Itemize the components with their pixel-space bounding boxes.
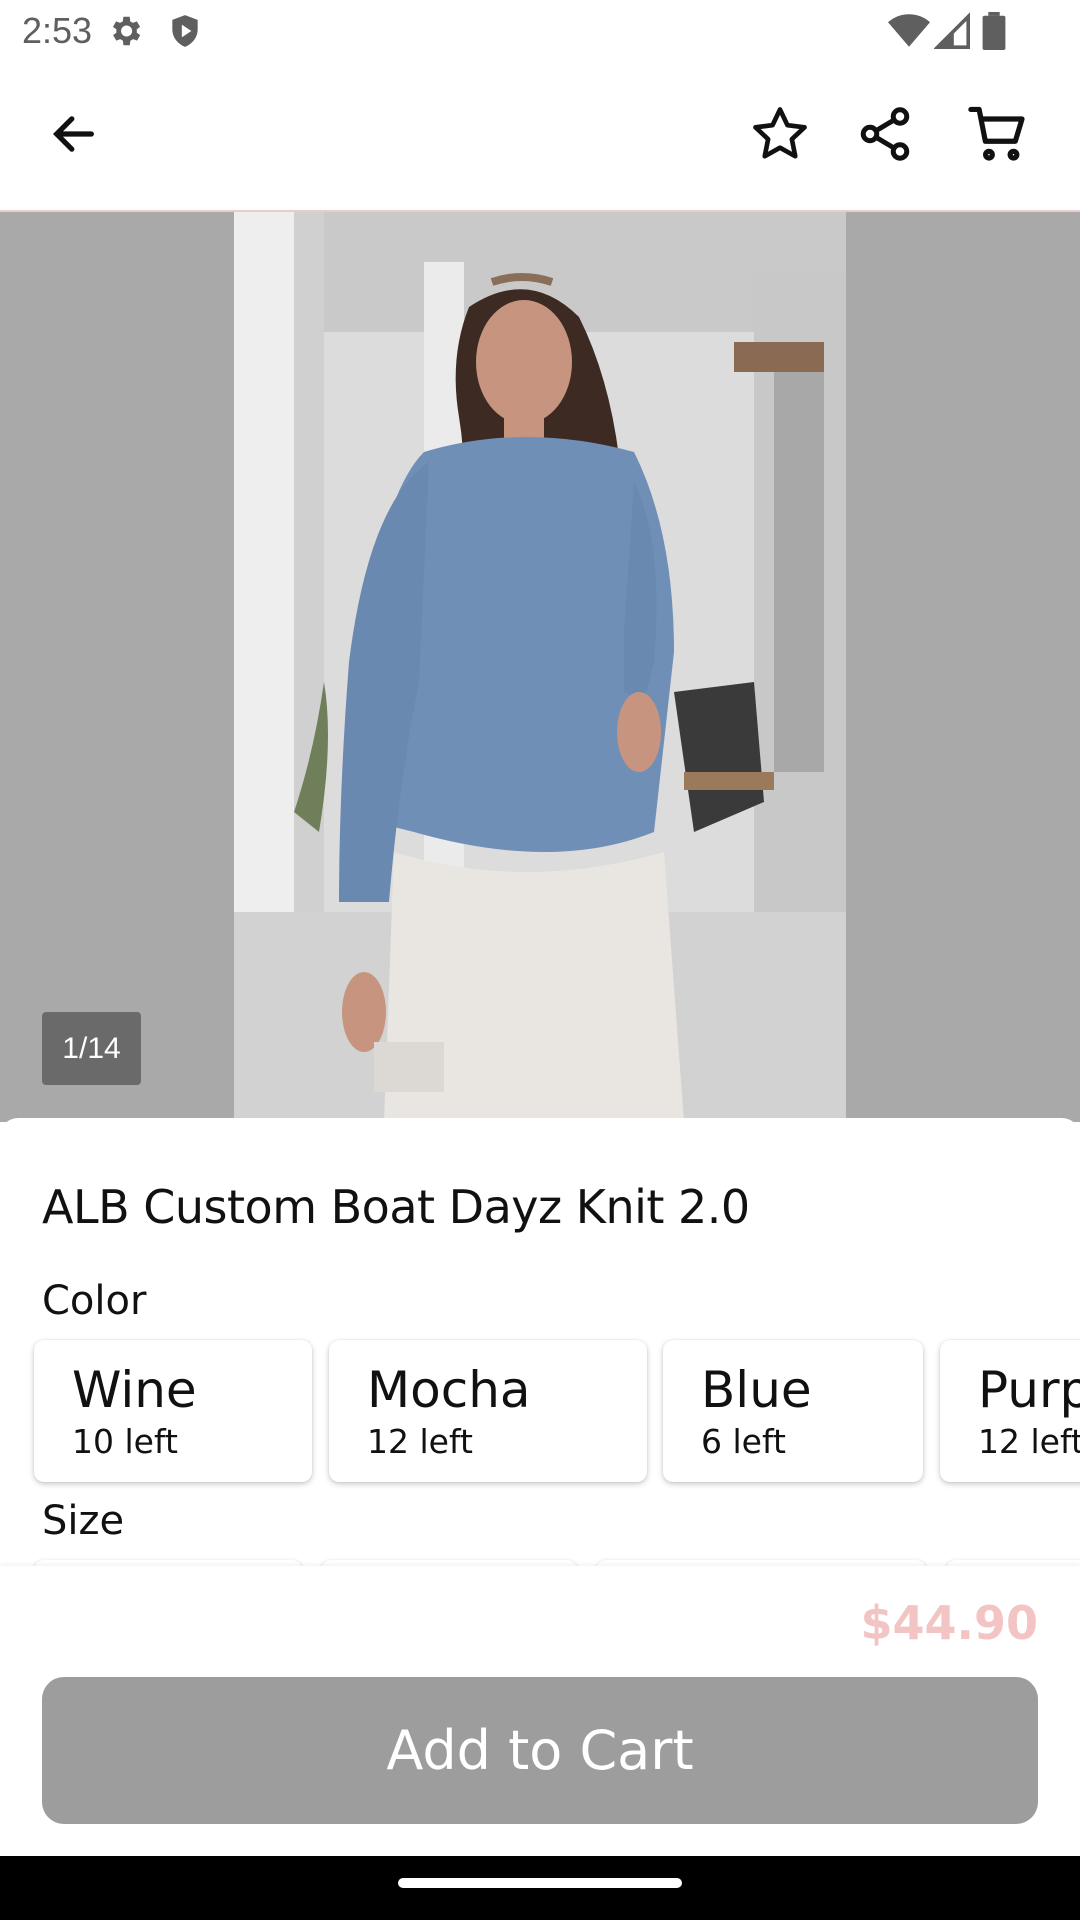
home-indicator[interactable] <box>398 1878 682 1888</box>
color-option-blue[interactable]: Blue 6 left <box>663 1340 923 1482</box>
shield-icon <box>166 12 204 55</box>
product-image-gallery[interactable]: 1/14 <box>0 212 1080 1122</box>
product-price: $44.90 <box>860 1596 1038 1650</box>
app-header <box>0 62 1080 212</box>
status-time: 2:53 <box>22 10 93 51</box>
color-name: Purple <box>978 1361 1080 1419</box>
cell-signal-icon <box>933 12 970 55</box>
color-option-mocha[interactable]: Mocha 12 left <box>329 1340 647 1482</box>
color-stock: 10 left <box>72 1422 178 1461</box>
color-option-purple[interactable]: Purple 12 left <box>940 1340 1080 1482</box>
settings-icon <box>106 12 144 55</box>
back-button[interactable] <box>34 96 114 176</box>
color-stock: 6 left <box>701 1422 786 1461</box>
cart-button[interactable] <box>958 96 1038 176</box>
color-label: Color <box>42 1278 147 1324</box>
battery-icon <box>982 12 1006 55</box>
image-page-counter: 1/14 <box>42 1012 141 1085</box>
color-name: Mocha <box>367 1361 531 1419</box>
product-photo <box>234 212 846 1122</box>
color-name: Blue <box>701 1361 812 1419</box>
system-nav-bar <box>0 1856 1080 1920</box>
cart-icon <box>967 103 1029 170</box>
share-button[interactable] <box>845 96 925 176</box>
purchase-footer: $44.90 Add to Cart <box>0 1566 1080 1856</box>
color-option-wine[interactable]: Wine 10 left <box>34 1340 312 1482</box>
share-icon <box>855 104 915 169</box>
product-title: ALB Custom Boat Dayz Knit 2.0 <box>42 1180 750 1234</box>
arrow-left-icon <box>48 108 100 165</box>
product-detail-screen: 2:53 1/14 ALB Custom Boat Dayz Knit 2.0 … <box>0 0 1080 1920</box>
star-icon <box>749 103 811 170</box>
add-to-cart-button[interactable]: Add to Cart <box>42 1677 1038 1824</box>
wifi-icon <box>888 12 930 55</box>
size-label: Size <box>42 1498 125 1544</box>
favorite-button[interactable] <box>740 96 820 176</box>
color-stock: 12 left <box>978 1422 1080 1461</box>
color-stock: 12 left <box>367 1422 473 1461</box>
color-name: Wine <box>72 1361 197 1419</box>
color-options: Wine 10 left Mocha 12 left Blue 6 left P… <box>34 1340 1080 1490</box>
status-bar: 2:53 <box>0 0 1080 62</box>
product-info-sheet: ALB Custom Boat Dayz Knit 2.0 Color Wine… <box>0 1118 1080 1568</box>
